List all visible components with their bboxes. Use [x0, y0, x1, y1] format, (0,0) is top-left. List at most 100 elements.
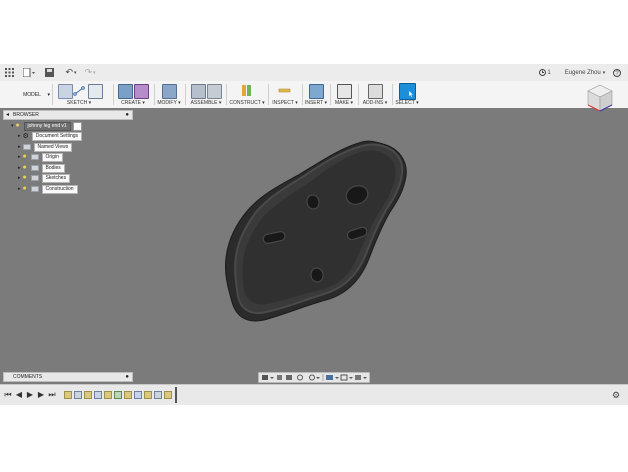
- add-ins-group[interactable]: ADD-INS ▾: [360, 83, 390, 106]
- canvas-viewport[interactable]: [0, 84, 628, 384]
- timeline-feature[interactable]: [164, 391, 172, 399]
- sketch-group[interactable]: SKETCH ▾: [56, 83, 103, 106]
- select-group[interactable]: SELECT ▾: [394, 83, 420, 106]
- insert-group[interactable]: INSERT ▾: [304, 83, 328, 106]
- redo-button[interactable]: ↷ ▾: [83, 67, 97, 78]
- create-menu-label: CREATE ▾: [121, 100, 145, 106]
- timeline-settings-gear-icon[interactable]: ⚙: [612, 390, 620, 400]
- timeline-marker[interactable]: [175, 387, 177, 403]
- activate-icon[interactable]: [72, 121, 82, 131]
- timeline-feature[interactable]: [84, 391, 92, 399]
- create-group[interactable]: CREATE ▾: [115, 83, 151, 106]
- sketch-menu-label: SKETCH ▾: [66, 100, 92, 106]
- user-menu[interactable]: Eugene Zhou ▾: [563, 67, 607, 78]
- save-icon[interactable]: [44, 67, 54, 78]
- timeline-bar: ⏮ ◀ ▶ ▶ ⏭ ⚙: [0, 384, 628, 405]
- collapse-arrow-icon[interactable]: ◂: [6, 111, 9, 119]
- offset-plane-icon[interactable]: [240, 84, 253, 97]
- comments-panel-header[interactable]: COMMENTS ●: [3, 372, 133, 382]
- app-grid-icon[interactable]: [4, 67, 14, 78]
- timeline-feature[interactable]: [114, 391, 122, 399]
- timeline-feature[interactable]: [64, 391, 72, 399]
- step-forward-icon[interactable]: ▶: [37, 391, 45, 399]
- visibility-bulb-icon[interactable]: ●: [23, 185, 29, 192]
- timeline-feature[interactable]: [104, 391, 112, 399]
- clock-icon: [539, 69, 547, 76]
- pin-icon[interactable]: ●: [125, 111, 129, 119]
- tree-item-bodies[interactable]: ▸ ● Bodies: [18, 163, 65, 173]
- job-status-button[interactable]: 1: [538, 67, 552, 78]
- inspect-group[interactable]: INSPECT ▾: [270, 83, 300, 106]
- workspace-switcher[interactable]: MODEL ▾: [14, 83, 50, 106]
- rectangle-tool-icon[interactable]: [88, 84, 103, 99]
- timeline-feature[interactable]: [144, 391, 152, 399]
- select-cursor-icon[interactable]: [399, 83, 416, 100]
- modify-group[interactable]: MODIFY ▾: [156, 83, 182, 106]
- insert-image-icon[interactable]: [309, 84, 324, 99]
- form-icon[interactable]: [134, 84, 149, 99]
- 3d-print-icon[interactable]: [337, 84, 352, 99]
- joint-icon[interactable]: [207, 84, 222, 99]
- line-tool-icon[interactable]: [73, 84, 86, 97]
- make-menu-label: MAKE ▾: [334, 100, 354, 106]
- tree-item-label: Construction: [41, 184, 78, 194]
- assemble-group[interactable]: ASSEMBLE ▾: [188, 83, 224, 106]
- undo-button[interactable]: ↶ ▾: [62, 67, 80, 78]
- timeline-feature[interactable]: [134, 391, 142, 399]
- construct-group[interactable]: CONSTRUCT ▾: [229, 83, 265, 106]
- timeline-feature[interactable]: [154, 391, 162, 399]
- workspace-label: MODEL: [23, 92, 41, 98]
- part-model[interactable]: [0, 108, 628, 384]
- timeline-feature[interactable]: [94, 391, 102, 399]
- tree-item-sketches[interactable]: ▸ ● Sketches: [18, 173, 71, 183]
- tree-item-label: Sketches: [41, 173, 71, 183]
- grid-icon: [340, 374, 348, 381]
- redo-icon: ↷: [84, 67, 93, 77]
- navigation-bar: [258, 372, 370, 383]
- folder-icon: [30, 165, 39, 171]
- measure-icon[interactable]: [278, 84, 291, 97]
- go-to-end-icon[interactable]: ⏭: [48, 391, 56, 399]
- inspect-menu-label: INSPECT ▾: [272, 100, 298, 106]
- browser-title: BROWSER: [13, 112, 39, 118]
- visibility-bulb-icon[interactable]: ●: [23, 174, 29, 181]
- step-back-icon[interactable]: ◀: [15, 391, 23, 399]
- press-pull-icon[interactable]: [162, 84, 177, 99]
- folder-icon: [30, 154, 39, 160]
- scripts-icon[interactable]: [368, 84, 383, 99]
- new-component-icon[interactable]: [191, 84, 206, 99]
- tree-item-construction[interactable]: ▸ ● Construction: [18, 184, 78, 194]
- tree-root[interactable]: ▾ ● johnny leg end v1: [11, 121, 82, 131]
- tree-item-label: Named Views: [33, 142, 73, 152]
- comments-title: COMMENTS: [13, 374, 43, 380]
- visibility-bulb-icon[interactable]: ●: [23, 153, 29, 160]
- timeline-feature[interactable]: [124, 391, 132, 399]
- modify-menu-label: MODIFY ▾: [157, 100, 181, 106]
- make-group[interactable]: MAKE ▾: [332, 83, 356, 106]
- pan-icon: [286, 375, 292, 380]
- viewports-icon: [355, 375, 361, 380]
- tree-item-document-settings[interactable]: ▸ ⚙ Document Settings: [18, 131, 83, 141]
- visibility-bulb-icon[interactable]: ●: [23, 164, 29, 171]
- browser-panel-header[interactable]: ◂ BROWSER ●: [3, 110, 133, 120]
- title-bar: ↶ ▾ ↷ ▾ 1 Eugene Zhou ▾ ?: [0, 64, 628, 82]
- view-cube[interactable]: [584, 81, 616, 115]
- zoom-icon: [297, 374, 303, 381]
- tree-item-named-views[interactable]: ▸ Named Views: [18, 142, 73, 152]
- folder-icon: [22, 144, 31, 150]
- play-icon[interactable]: ▶: [26, 391, 34, 399]
- pin-icon[interactable]: ●: [125, 373, 129, 381]
- select-menu-label: SELECT ▾: [395, 100, 419, 106]
- tree-item-label: Origin: [41, 152, 63, 162]
- extrude-icon[interactable]: [118, 84, 133, 99]
- create-sketch-icon[interactable]: [58, 84, 73, 99]
- tree-item-origin[interactable]: ▸ ● Origin: [18, 152, 63, 162]
- help-icon[interactable]: ?: [612, 67, 622, 78]
- go-to-start-icon[interactable]: ⏮: [4, 391, 12, 399]
- job-count: 1: [547, 69, 551, 76]
- file-menu-icon[interactable]: [22, 67, 36, 78]
- construct-menu-label: CONSTRUCT ▾: [229, 100, 265, 106]
- timeline-feature[interactable]: [74, 391, 82, 399]
- gear-icon: ⚙: [22, 133, 29, 140]
- visibility-bulb-icon[interactable]: ●: [16, 122, 22, 129]
